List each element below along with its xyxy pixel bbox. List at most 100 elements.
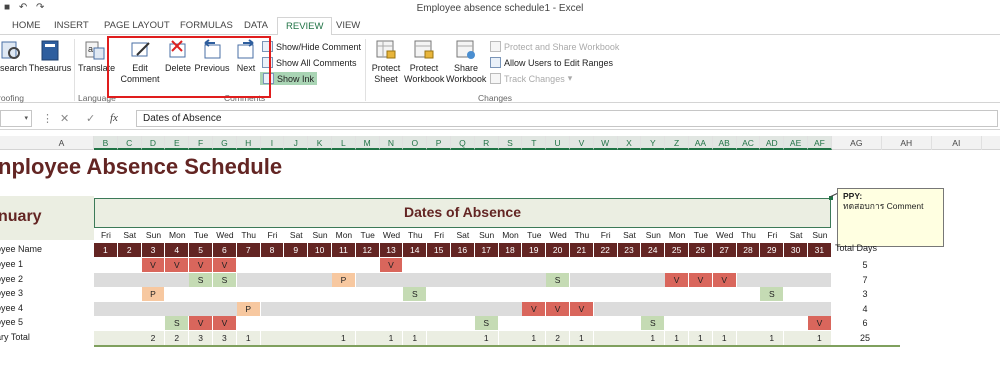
absence-cell[interactable]: V — [141, 258, 166, 272]
absence-cell[interactable]: V — [665, 272, 689, 287]
tab-data[interactable]: DATA — [240, 19, 272, 32]
tab-home[interactable]: HOME — [8, 19, 45, 32]
insert-function-icon[interactable]: fx — [110, 112, 118, 124]
show-all-comments-button[interactable]: Show All Comments — [262, 57, 357, 68]
formula-input[interactable]: Dates of Absence — [136, 110, 998, 127]
day-name: Wed — [716, 230, 734, 240]
column-header-s[interactable]: S — [498, 136, 523, 150]
summary-cell: 2 — [142, 330, 166, 345]
summary-cell: 1 — [380, 330, 404, 345]
research-button[interactable]: esearch — [0, 39, 28, 74]
track-changes-button[interactable]: Track Changes ▾ — [490, 73, 572, 84]
tab-page-layout[interactable]: PAGE LAYOUT — [100, 19, 174, 32]
column-header-ac[interactable]: AC — [736, 136, 761, 150]
column-header-ae[interactable]: AE — [784, 136, 808, 150]
absence-cell[interactable]: S — [474, 316, 499, 330]
share-workbook-button[interactable]: Share Workbook — [446, 39, 486, 85]
absence-cell[interactable]: S — [403, 287, 428, 301]
tab-formulas[interactable]: FORMULAS — [176, 19, 237, 32]
tab-view[interactable]: VIEW — [332, 19, 364, 32]
column-header-c[interactable]: C — [117, 136, 142, 150]
day-name: Sun — [145, 230, 162, 240]
ribbon-tabs: HOME INSERT PAGE LAYOUT FORMULAS DATA RE… — [0, 17, 1000, 36]
day-name: Sat — [289, 230, 303, 240]
column-header-o[interactable]: O — [403, 136, 428, 150]
absence-cell[interactable]: V — [808, 316, 832, 330]
dates-of-absence-header[interactable]: Dates of Absence — [94, 198, 831, 228]
absence-cell[interactable]: S — [546, 272, 570, 287]
day-name: Thu — [741, 230, 756, 240]
column-header-ab[interactable]: AB — [712, 136, 737, 150]
column-header-d[interactable]: D — [141, 136, 166, 150]
column-header-j[interactable]: J — [284, 136, 309, 150]
protect-sheet-icon — [376, 40, 396, 59]
absence-cell[interactable]: V — [213, 258, 237, 272]
column-header-m[interactable]: M — [355, 136, 380, 150]
column-header-f[interactable]: F — [189, 136, 213, 150]
column-header-af[interactable]: AF — [808, 136, 832, 150]
column-header-p[interactable]: P — [427, 136, 451, 150]
absence-cell[interactable]: V — [546, 301, 570, 316]
protect-sheet-button[interactable]: Protect Sheet — [370, 39, 402, 85]
absence-cell[interactable]: P — [332, 272, 356, 287]
column-header-q[interactable]: Q — [451, 136, 475, 150]
absence-cell[interactable]: V — [712, 272, 737, 287]
protect-workbook-button[interactable]: Protect Workbook — [404, 39, 444, 85]
column-header-e[interactable]: E — [165, 136, 190, 150]
summary-cell: 3 — [189, 330, 213, 345]
column-header-u[interactable]: U — [546, 136, 570, 150]
absence-cell[interactable]: V — [522, 301, 547, 316]
column-header-k[interactable]: K — [308, 136, 332, 150]
column-header-aa[interactable]: AA — [689, 136, 713, 150]
absence-cell[interactable]: S — [165, 316, 190, 330]
column-header-b[interactable]: B — [94, 136, 118, 150]
day-number: 30 — [784, 243, 808, 257]
column-header-h[interactable]: H — [236, 136, 261, 150]
tab-review[interactable]: REVIEW — [277, 17, 333, 36]
absence-cell[interactable]: V — [213, 316, 237, 330]
column-header-ah[interactable]: AH — [882, 136, 932, 150]
show-hide-comment-button[interactable]: Show/Hide Comment — [262, 41, 361, 52]
absence-cell[interactable]: S — [189, 272, 213, 287]
column-header-v[interactable]: V — [570, 136, 594, 150]
day-number: 14 — [403, 243, 428, 257]
column-header-a[interactable]: A — [30, 136, 94, 150]
absence-cell[interactable]: S — [213, 272, 237, 287]
chevron-down-icon[interactable]: ▾ — [24, 114, 28, 122]
absence-cell[interactable]: P — [141, 287, 166, 301]
absence-cell[interactable]: V — [570, 301, 594, 316]
column-header-l[interactable]: L — [332, 136, 356, 150]
column-header-t[interactable]: T — [522, 136, 547, 150]
summary-cell: 2 — [546, 330, 570, 345]
absence-cell[interactable]: V — [189, 316, 213, 330]
total-days-label: Total Days — [835, 243, 878, 253]
allow-users-edit-ranges-button[interactable]: Allow Users to Edit Ranges — [490, 57, 613, 68]
column-header-z[interactable]: Z — [665, 136, 689, 150]
column-header-ad[interactable]: AD — [760, 136, 785, 150]
comment-box[interactable]: PPY: ทดสอบการ Comment — [837, 188, 944, 247]
absence-cell[interactable]: V — [165, 258, 190, 272]
column-header-i[interactable]: I — [260, 136, 285, 150]
column-header-y[interactable]: Y — [641, 136, 666, 150]
thesaurus-button[interactable]: Thesaurus — [28, 39, 72, 74]
cancel-icon[interactable]: ✕ — [60, 112, 69, 125]
protect-and-share-button[interactable]: Protect and Share Workbook — [490, 41, 619, 52]
summary-cell: 1 — [403, 330, 428, 345]
column-header-x[interactable]: X — [617, 136, 642, 150]
absence-cell[interactable]: V — [189, 258, 213, 272]
absence-cell[interactable]: S — [641, 316, 666, 330]
absence-cell[interactable]: S — [760, 287, 785, 301]
column-header-w[interactable]: W — [593, 136, 618, 150]
column-header-n[interactable]: N — [379, 136, 404, 150]
absence-cell[interactable]: V — [379, 258, 404, 272]
tab-insert[interactable]: INSERT — [50, 19, 93, 32]
enter-icon[interactable]: ✓ — [86, 112, 95, 125]
column-header-ai[interactable]: AI — [932, 136, 982, 150]
worksheet[interactable]: nployee Absence Schedule nuary Dates of … — [0, 150, 1000, 386]
column-header-ag[interactable]: AG — [832, 136, 882, 150]
column-header-g[interactable]: G — [213, 136, 237, 150]
absence-cell[interactable]: P — [236, 301, 261, 316]
absence-cell[interactable]: V — [689, 272, 713, 287]
name-box[interactable]: ▾ — [0, 110, 32, 127]
column-header-r[interactable]: R — [474, 136, 499, 150]
